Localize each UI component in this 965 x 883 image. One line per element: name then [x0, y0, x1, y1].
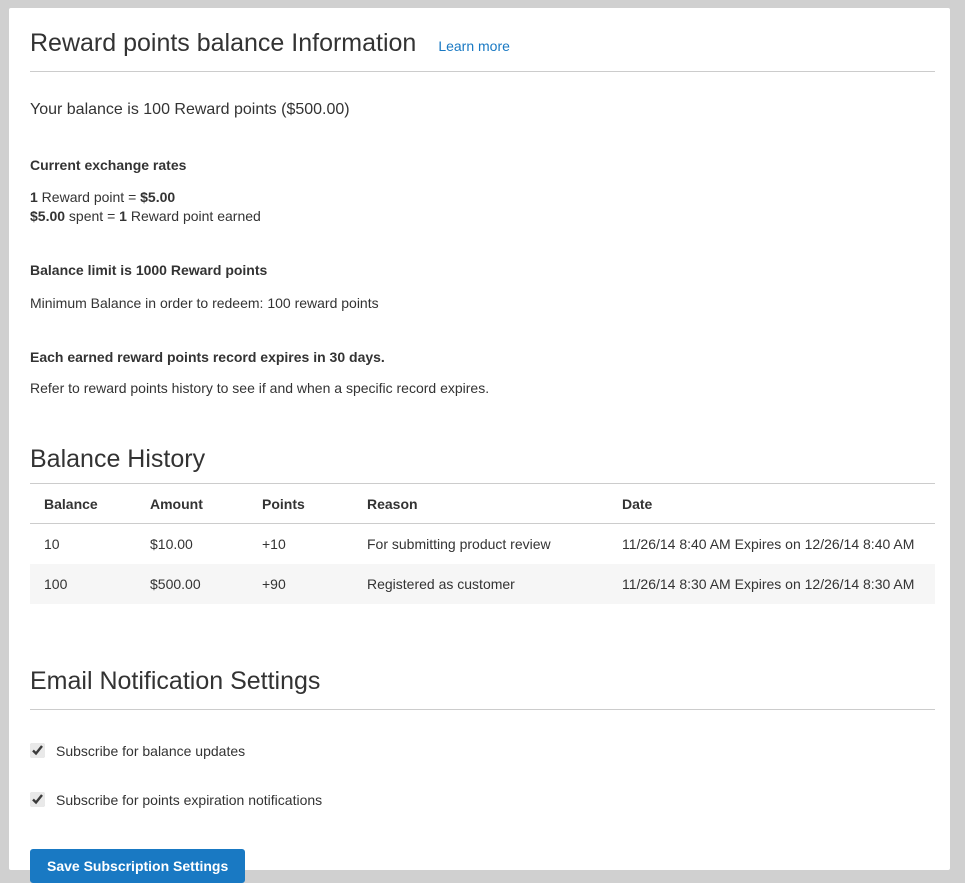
column-header-points: Points [248, 483, 353, 523]
cell-points: +10 [248, 523, 353, 564]
cell-balance: 10 [30, 523, 136, 564]
expiration-note: Refer to reward points history to see if… [30, 379, 935, 398]
learn-more-link[interactable]: Learn more [438, 38, 510, 54]
exchange-rate-text: Reward point = [38, 189, 140, 205]
page-title: Reward points balance Information [30, 28, 416, 58]
table-row: 10 $10.00 +10 For submitting product rev… [30, 523, 935, 564]
cell-date: 11/26/14 8:40 AM Expires on 12/26/14 8:4… [608, 523, 935, 564]
subscribe-points-expiration-row[interactable]: Subscribe for points expiration notifica… [30, 792, 935, 808]
expiration-heading: Each earned reward points record expires… [30, 349, 935, 365]
cell-reason: For submitting product review [353, 523, 608, 564]
cell-balance: 100 [30, 564, 136, 604]
subscribe-balance-updates-label: Subscribe for balance updates [56, 743, 245, 759]
cell-date: 11/26/14 8:30 AM Expires on 12/26/14 8:3… [608, 564, 935, 604]
column-header-balance: Balance [30, 483, 136, 523]
cell-amount: $10.00 [136, 523, 248, 564]
balance-limit-heading: Balance limit is 1000 Reward points [30, 262, 935, 278]
exchange-rates-heading: Current exchange rates [30, 157, 935, 173]
cell-points: +90 [248, 564, 353, 604]
spend-text: spent = [65, 208, 119, 224]
column-header-amount: Amount [136, 483, 248, 523]
exchange-rate-line-1: 1 Reward point = $5.00 [30, 188, 935, 207]
subscribe-balance-updates-row[interactable]: Subscribe for balance updates [30, 743, 935, 759]
reward-points-card: Reward points balance Information Learn … [9, 8, 950, 870]
subscribe-balance-updates-checkbox[interactable] [30, 743, 45, 758]
cell-amount: $500.00 [136, 564, 248, 604]
email-notification-settings-heading: Email Notification Settings [30, 666, 935, 710]
table-row: 100 $500.00 +90 Registered as customer 1… [30, 564, 935, 604]
save-subscription-settings-button[interactable]: Save Subscription Settings [30, 849, 245, 883]
exchange-rate-line-2: $5.00 spent = 1 Reward point earned [30, 207, 935, 226]
subscribe-points-expiration-label: Subscribe for points expiration notifica… [56, 792, 322, 808]
column-header-reason: Reason [353, 483, 608, 523]
column-header-date: Date [608, 483, 935, 523]
cell-reason: Registered as customer [353, 564, 608, 604]
subscribe-points-expiration-checkbox[interactable] [30, 792, 45, 807]
balance-history-heading: Balance History [30, 444, 935, 474]
balance-history-table: Balance Amount Points Reason Date 10 $10… [30, 483, 935, 604]
exchange-rate-points-value: 1 [30, 189, 38, 205]
page-header: Reward points balance Information Learn … [30, 28, 935, 72]
table-header-row: Balance Amount Points Reason Date [30, 483, 935, 523]
balance-summary: Your balance is 100 Reward points ($500.… [30, 100, 935, 121]
spend-currency-value: $5.00 [30, 208, 65, 224]
exchange-rate-currency-value: $5.00 [140, 189, 175, 205]
minimum-balance-note: Minimum Balance in order to redeem: 100 … [30, 294, 935, 313]
earned-text: Reward point earned [127, 208, 261, 224]
earned-points-value: 1 [119, 208, 127, 224]
